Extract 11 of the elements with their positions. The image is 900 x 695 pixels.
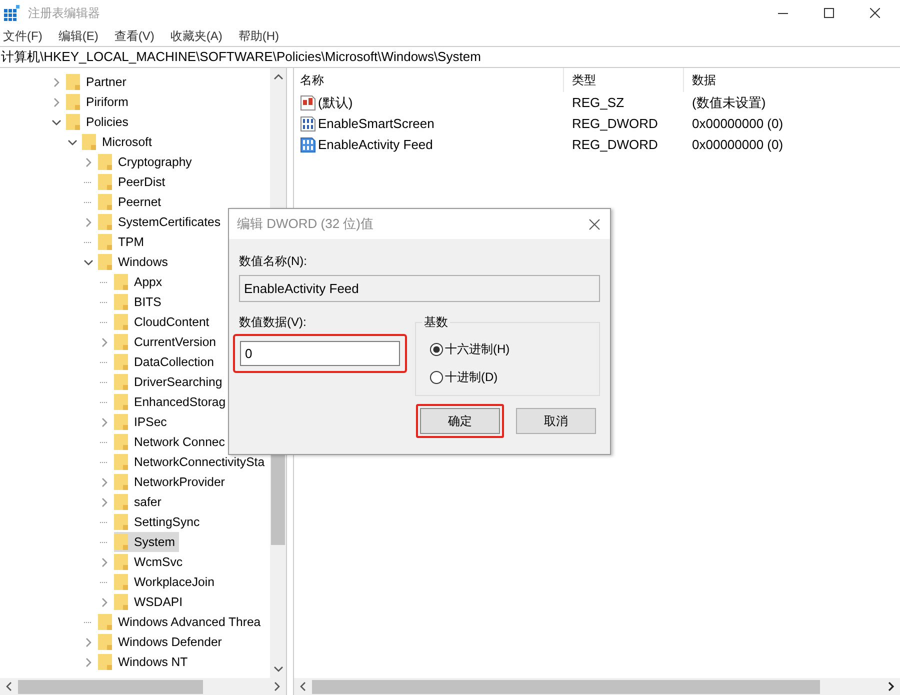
dialog-title: 编辑 DWORD (32 位)值 xyxy=(237,215,374,233)
value-type: REG_DWORD xyxy=(571,116,659,131)
field-label: 数值数据(V): xyxy=(239,314,308,331)
group-label: 基数 xyxy=(422,314,450,331)
window-title: 注册表编辑器 xyxy=(28,4,100,22)
value-data: 0x00000000 (0) xyxy=(691,137,784,152)
value-type: REG_SZ xyxy=(571,95,626,110)
value-data: (数值未设置) xyxy=(691,94,767,112)
field-label: 数值名称(N): xyxy=(239,253,308,270)
value-type: REG_DWORD xyxy=(571,137,659,152)
value-data: 0x00000000 (0) xyxy=(691,116,784,131)
